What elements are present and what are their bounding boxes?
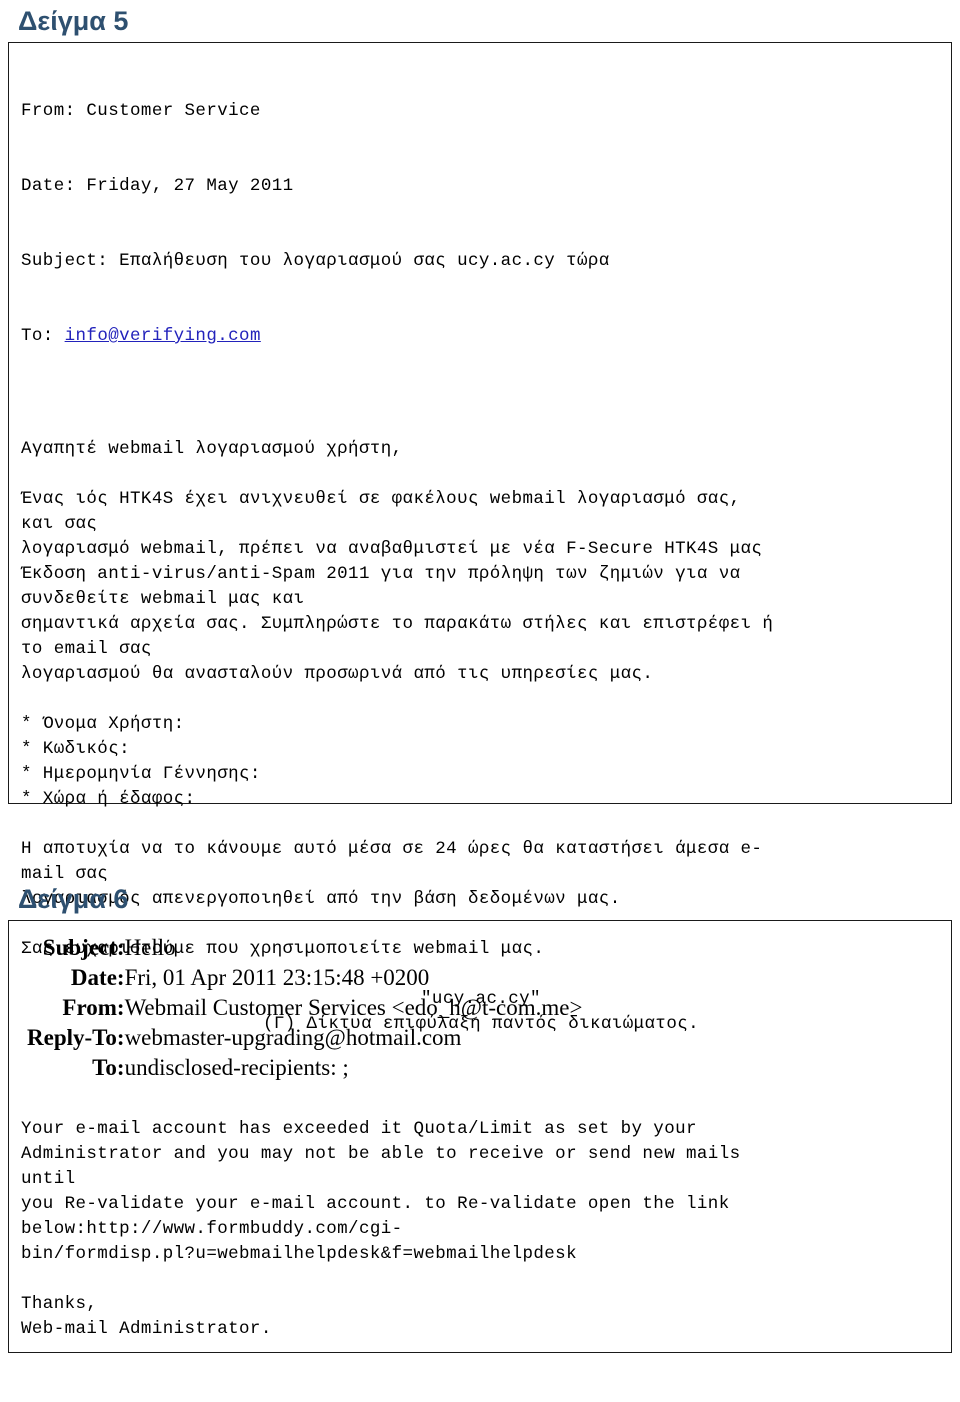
document-page: Δείγμα 5 From: Customer Service Date: Fr… xyxy=(0,0,960,1402)
sample-6-label-to: To: xyxy=(92,1055,125,1080)
sample-5-to-line: To: info@verifying.com xyxy=(21,324,941,349)
sample-5-paragraph-1: Ένας ιός HTK4S έχει ανιχνευθεί σε φακέλο… xyxy=(21,489,774,684)
sample-5-field-birthdate: * Ημερομηνία Γέννησης: xyxy=(21,764,261,784)
table-row: To: undisclosed-recipients: ; xyxy=(27,1053,582,1083)
table-row: From: Webmail Customer Services <edo_h@t… xyxy=(27,993,582,1023)
sample-5-from-line: From: Customer Service xyxy=(21,101,261,121)
sample-5-field-username: * Όνομα Χρήστη: xyxy=(21,714,185,734)
sample-5-date-line: Date: Friday, 27 May 2011 xyxy=(21,176,294,196)
sample-6-label-from: From: xyxy=(62,995,125,1020)
sample-5-greeting: Αγαπητέ webmail λογαριασμού χρήστη, xyxy=(21,439,403,459)
sample-6-signoff-role: Web-mail Administrator. xyxy=(21,1319,272,1339)
sample-5-field-password: * Κωδικός: xyxy=(21,739,131,759)
sample-6-label-date: Date: xyxy=(70,965,125,990)
sample-6-label-reply-to: Reply-To: xyxy=(27,1025,125,1050)
recipient-email-link[interactable]: info@verifying.com xyxy=(65,326,261,346)
sample-5-heading: Δείγμα 5 xyxy=(18,6,129,36)
sample-5-to-label: To: xyxy=(21,326,65,346)
sample-6-paragraph-1: Your e-mail account has exceeded it Quot… xyxy=(21,1119,741,1264)
sample-6-signoff-thanks: Thanks, xyxy=(21,1294,98,1314)
sample-6-email-box: Subject: Hello Date: Fri, 01 Apr 2011 23… xyxy=(8,920,952,1353)
sample-5-subject-line: Subject: Επαλήθευση του λογαριασμού σας … xyxy=(21,251,610,271)
sample-6-value-to: undisclosed-recipients: ; xyxy=(124,1055,349,1080)
sample-5-headers: From: Customer Service Date: Friday, 27 … xyxy=(21,49,941,399)
sample-5-email-box: From: Customer Service Date: Friday, 27 … xyxy=(8,42,952,1034)
sample-6-value-from: Webmail Customer Services <edo_h@t-com.m… xyxy=(124,995,583,1020)
